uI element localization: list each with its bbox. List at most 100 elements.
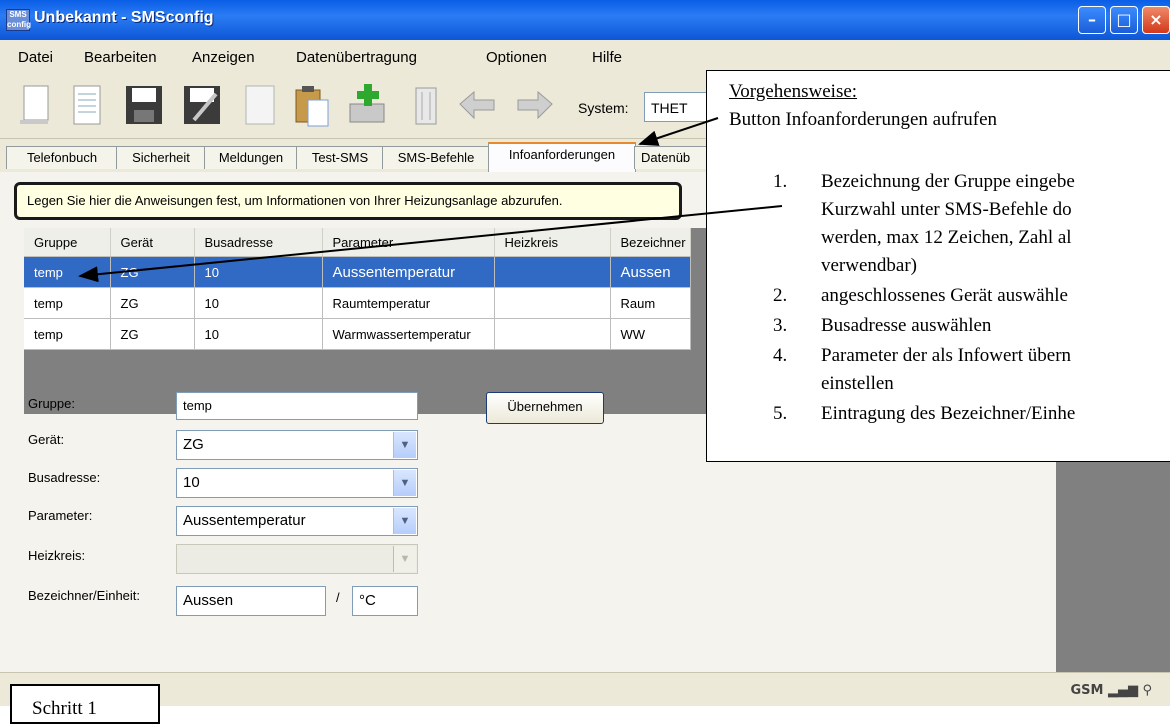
tab-sicherheit[interactable]: Sicherheit xyxy=(116,146,206,169)
new-document-icon[interactable] xyxy=(16,80,60,130)
menu-anzeigen[interactable]: Anzeigen xyxy=(192,49,255,66)
table-cell: temp xyxy=(24,318,111,350)
table-cell: temp xyxy=(24,256,111,288)
save-as-icon[interactable] xyxy=(180,80,224,130)
step-line: Kurzwahl unter SMS-Befehle do xyxy=(821,199,1072,220)
step-line: einstellen xyxy=(821,373,894,394)
tab-strip: Telefonbuch Sicherheit Meldungen Test-SM… xyxy=(0,138,800,172)
app-icon: SMS config xyxy=(6,9,31,31)
uebernehmen-button[interactable]: Übernehmen xyxy=(486,392,604,424)
table-row[interactable]: temp ZG 10 Aussentemperatur Aussen xyxy=(24,256,691,288)
column-header[interactable]: Parameter xyxy=(322,228,495,257)
tab-meldungen[interactable]: Meldungen xyxy=(204,146,298,169)
minimize-button[interactable]: – xyxy=(1078,6,1106,34)
step-number: 1. xyxy=(773,171,788,192)
maximize-icon: □ xyxy=(1116,10,1132,29)
table-cell: ZG xyxy=(110,318,195,350)
maximize-button[interactable]: □ xyxy=(1110,6,1138,34)
column-header[interactable]: Busadresse xyxy=(194,228,323,257)
status-bar: GSM ▂▄▆ ⚲ xyxy=(0,672,1170,706)
save-icon[interactable] xyxy=(122,80,166,130)
system-label: System: xyxy=(578,100,629,116)
table-header: Gruppe Gerät Busadresse Parameter Heizkr… xyxy=(24,228,691,257)
parameter-select[interactable]: Aussentemperatur ▼ xyxy=(176,506,418,536)
step-line: Eintragung des Bezeichner/Einhe xyxy=(821,403,1076,424)
empty-panel xyxy=(1056,460,1170,672)
column-header[interactable]: Gerät xyxy=(110,228,195,257)
menu-datei[interactable]: Datei xyxy=(18,49,53,66)
geraet-select[interactable]: ZG ▼ xyxy=(176,430,418,460)
table-cell: Raumtemperatur xyxy=(322,287,495,319)
table-row[interactable]: temp ZG 10 Raumtemperatur Raum xyxy=(24,287,691,319)
table-row[interactable]: temp ZG 10 Warmwassertemperatur WW xyxy=(24,318,691,350)
delete-icon[interactable] xyxy=(404,80,448,130)
step-line: verwendbar) xyxy=(821,255,918,276)
table-cell xyxy=(494,287,611,319)
add-icon[interactable] xyxy=(346,80,390,130)
menu-bar: Datei Bearbeiten Anzeigen Datenübertragu… xyxy=(0,40,800,70)
close-button[interactable]: × xyxy=(1142,6,1170,34)
step-number: 2. xyxy=(773,285,788,306)
table-cell xyxy=(494,256,611,288)
geraet-value: ZG xyxy=(183,436,204,453)
instruction-callout: Vorgehensweise: Button Infoanforderungen… xyxy=(706,70,1170,462)
parameter-label: Parameter: xyxy=(28,508,93,523)
separator-label: / xyxy=(336,590,340,605)
bezeichner-label: Bezeichner/Einheit: xyxy=(28,588,141,603)
callout-heading: Vorgehensweise: xyxy=(729,81,858,102)
column-header[interactable]: Bezeichner xyxy=(610,228,691,257)
busadresse-value: 10 xyxy=(183,474,200,491)
open-list-icon[interactable] xyxy=(66,80,110,130)
busadresse-select[interactable]: 10 ▼ xyxy=(176,468,418,498)
parameter-value: Aussentemperatur xyxy=(183,512,306,529)
gsm-signal-icon: GSM ▂▄▆ ⚲ xyxy=(1070,683,1152,698)
minimize-icon: – xyxy=(1088,10,1096,29)
table-cell: ZG xyxy=(110,287,195,319)
blank-page-icon[interactable] xyxy=(238,80,282,130)
chevron-down-icon[interactable]: ▼ xyxy=(393,470,416,496)
step-line: Busadresse auswählen xyxy=(821,315,992,336)
window-title: Unbekannt - SMSconfig xyxy=(34,9,214,26)
step-line: Parameter der als Infowert übern xyxy=(821,345,1072,366)
step-box: Schritt 1 xyxy=(10,684,160,724)
menu-optionen[interactable]: Optionen xyxy=(486,49,547,66)
tab-telefonbuch[interactable]: Telefonbuch xyxy=(6,146,118,169)
menu-hilfe[interactable]: Hilfe xyxy=(592,49,622,66)
bezeichner-input[interactable]: Aussen xyxy=(176,586,326,616)
geraet-label: Gerät: xyxy=(28,432,65,447)
step-number: 3. xyxy=(773,315,788,336)
table-cell: Warmwassertemperatur xyxy=(322,318,495,350)
chevron-down-icon[interactable]: ▼ xyxy=(393,432,416,458)
table-cell: 10 xyxy=(194,256,323,288)
transfer-left-icon[interactable] xyxy=(456,80,500,130)
busadresse-label: Busadresse: xyxy=(28,470,101,485)
menu-datenuebertragung[interactable]: Datenübertragung xyxy=(296,49,417,66)
table-cell: Aussen xyxy=(610,256,691,288)
column-header[interactable]: Heizkreis xyxy=(494,228,611,257)
step-line: Bezeichnung der Gruppe eingebe xyxy=(821,171,1075,192)
paste-icon[interactable] xyxy=(290,80,334,130)
einheit-input[interactable]: °C xyxy=(352,586,418,616)
table-cell: ZG xyxy=(110,256,195,288)
tab-infoanforderungen[interactable]: Infoanforderungen xyxy=(488,142,636,172)
table-cell: 10 xyxy=(194,287,323,319)
table-cell: Raum xyxy=(610,287,691,319)
callout-subtitle: Button Infoanforderungen aufrufen xyxy=(729,109,998,130)
table-cell: temp xyxy=(24,287,111,319)
tab-test-sms[interactable]: Test-SMS xyxy=(296,146,384,169)
transfer-right-icon[interactable] xyxy=(512,80,556,130)
chevron-down-icon[interactable]: ▼ xyxy=(393,508,416,534)
menu-bearbeiten[interactable]: Bearbeiten xyxy=(84,49,157,66)
close-icon: × xyxy=(1149,10,1163,29)
step-line: angeschlossenes Gerät auswähle xyxy=(821,285,1068,306)
system-select[interactable]: THET xyxy=(644,92,714,122)
step-line: werden, max 12 Zeichen, Zahl al xyxy=(821,227,1072,248)
table-cell: Aussentemperatur xyxy=(322,256,495,288)
heizkreis-select: ▼ xyxy=(176,544,418,574)
table-cell: WW xyxy=(610,318,691,350)
title-bar[interactable]: SMS config Unbekannt - SMSconfig – □ × xyxy=(0,0,1170,40)
column-header[interactable]: Gruppe xyxy=(24,228,111,257)
gruppe-input[interactable]: temp xyxy=(176,392,418,420)
data-grid: Gruppe Gerät Busadresse Parameter Heizkr… xyxy=(24,228,820,414)
tab-sms-befehle[interactable]: SMS-Befehle xyxy=(382,146,490,169)
